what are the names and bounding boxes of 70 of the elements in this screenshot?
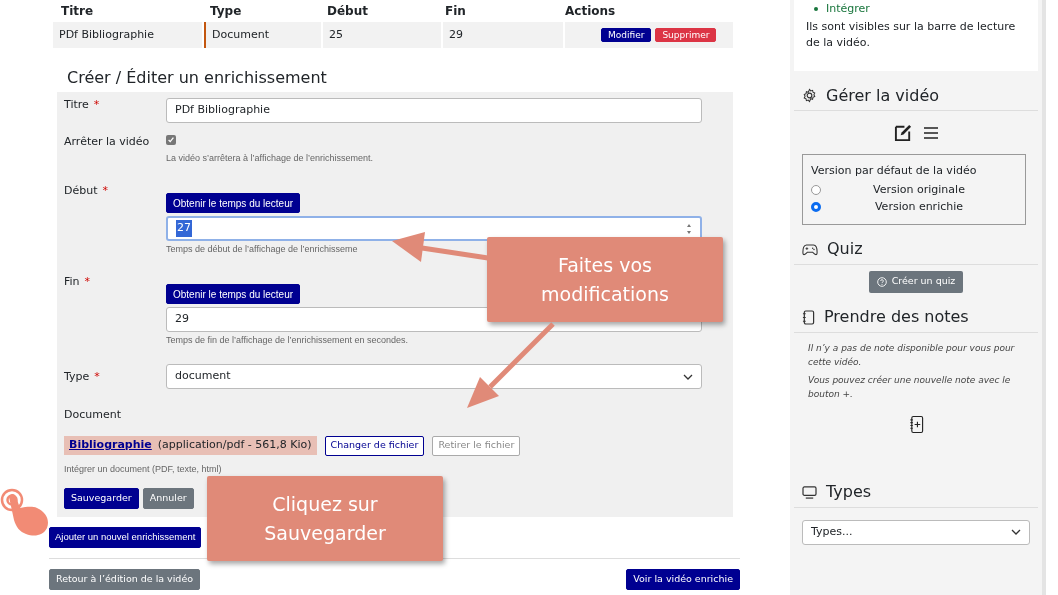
input-field[interactable]: 27 (166, 216, 702, 241)
hand-pointer-drawing (0, 488, 48, 536)
get-time-button[interactable]: Obtenir le temps du lecteur (166, 284, 301, 304)
notebook-icon (802, 309, 815, 325)
list-item: Intégrer (826, 2, 870, 16)
view-video-button[interactable]: Voir la vidéo enrichie (626, 568, 740, 590)
cancel-button[interactable]: Annuler (142, 487, 194, 509)
section-title: Gérer la vidéo (826, 84, 939, 107)
field-label: Fin (64, 275, 80, 289)
types-select[interactable]: Types... (802, 519, 1030, 545)
required-mark: * (94, 369, 100, 384)
input-field[interactable]: PDf Bibliographie (166, 98, 702, 123)
help-text: Temps de fin de l’affichage de l’enrichissement en secondes. (166, 335, 409, 346)
radio-button[interactable] (811, 185, 821, 195)
field-label: Type (64, 369, 90, 384)
field-label: Titre (64, 98, 89, 112)
help-icon (876, 276, 887, 287)
file-info: (application/pdf - 561,8 Kio) (157, 437, 312, 454)
column-header: Actions (564, 3, 617, 20)
table-cell: PDf Bibliographie (53, 22, 202, 48)
chevron-down-icon (1011, 529, 1021, 535)
field-label: Début (64, 184, 98, 198)
checkbox[interactable] (166, 135, 176, 145)
column-header: Type (209, 3, 243, 20)
type-select[interactable]: document (166, 364, 702, 389)
add-note-button[interactable] (908, 414, 924, 434)
section-title: Quiz (827, 238, 863, 260)
back-button[interactable]: Retour à l’édition de la vidéo (49, 568, 201, 590)
notes-message: Vous pouvez créer une nouvelle note avec le bouton +. (808, 373, 1012, 401)
info-text: Ils sont visibles sur la barre de lecture de la vidéo. (806, 19, 1017, 51)
column-header: Titre (60, 3, 95, 20)
file-link[interactable]: Bibliographie (69, 437, 152, 454)
form-title: Créer / Éditer un enrichissement (66, 67, 328, 89)
add-enrichment-button[interactable]: Ajouter un nouvel enrichissement (49, 526, 202, 548)
edit-button[interactable] (893, 123, 913, 142)
monitor-icon (802, 485, 817, 499)
radio-button[interactable] (811, 202, 821, 212)
create-quiz-button[interactable]: Créer un quiz (868, 270, 964, 293)
fieldset-legend: Version par défaut de la vidéo (811, 163, 1017, 180)
save-button[interactable]: Sauvegarder (64, 487, 139, 509)
help-text: Intégrer un document (PDF, texte, html) (64, 463, 223, 475)
change-file-button[interactable]: Changer de fichier (324, 435, 425, 456)
help-text: Temps de début de l’affichage de l’enrichisseme (166, 244, 359, 255)
radio-label: Version originale (872, 181, 966, 198)
required-mark: * (84, 275, 91, 289)
action-button[interactable]: Modifier (601, 28, 652, 42)
get-time-button[interactable]: Obtenir le temps du lecteur (166, 193, 301, 213)
table-cell: Document (204, 22, 321, 48)
chevron-down-icon (683, 373, 693, 380)
help-text: La vidéo s’arrêtera à l’affichage de l’enrichissement. (166, 153, 373, 164)
notes-message: Il n’y a pas de note disponible pour vous pour cette vidéo. (808, 341, 1016, 369)
bullet-icon (814, 7, 818, 11)
section-title: Prendre des notes (824, 306, 969, 328)
action-button[interactable]: Supprimer (655, 28, 717, 42)
radio-label: Version enrichie (873, 198, 965, 215)
gear-icon (802, 88, 817, 103)
field-label: Arrêter la vidéo (64, 135, 150, 149)
remove-file-button[interactable]: Retirer le fichier (432, 435, 521, 456)
column-header: Début (326, 3, 369, 20)
spinner-icon (686, 222, 692, 235)
table-cell: 29 (443, 22, 563, 48)
field-label: Document (64, 407, 122, 423)
required-mark: * (93, 98, 100, 112)
gamepad-icon (802, 242, 818, 256)
section-title: Types (826, 481, 872, 503)
column-header: Fin (444, 3, 467, 20)
required-mark: * (102, 184, 108, 198)
table-cell: 25 (323, 22, 441, 48)
callout-tooltip: Faites vos modifications (487, 237, 723, 322)
callout-tooltip: Cliquez sur Sauvegarder (207, 476, 443, 561)
